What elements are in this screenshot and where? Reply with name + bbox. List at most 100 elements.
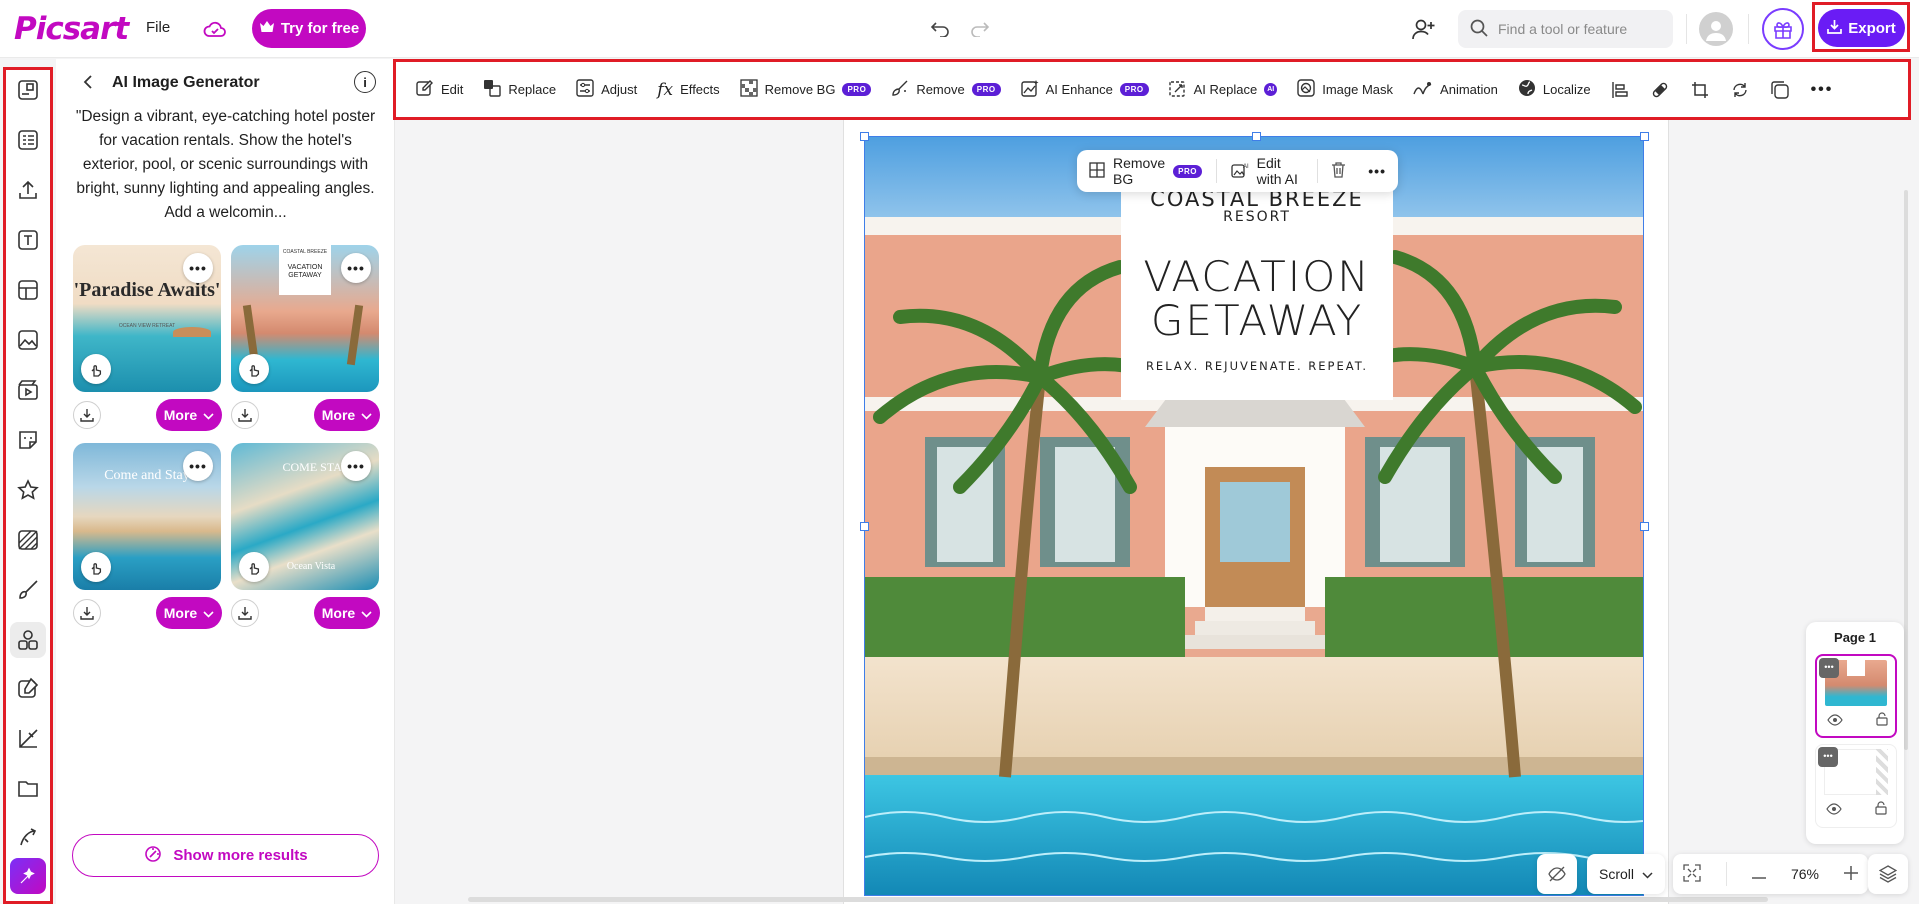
more-options-icon[interactable]: ••• <box>1368 163 1386 179</box>
remove-bg-label[interactable]: Remove BG <box>1113 155 1165 187</box>
more-label: More <box>163 605 198 621</box>
pro-badge: PRO <box>1173 164 1202 178</box>
tool-search[interactable] <box>1458 10 1673 48</box>
edit-ai-icon[interactable]: AI <box>1230 162 1249 181</box>
more-label: More <box>163 407 198 423</box>
poster-resort-sub: RESORT <box>1223 209 1291 225</box>
export-button[interactable]: Export <box>1818 9 1905 47</box>
zoom-in-icon[interactable] <box>1843 865 1858 883</box>
download-icon <box>1827 19 1843 38</box>
hand-tap-icon[interactable] <box>81 354 111 384</box>
back-icon[interactable] <box>78 72 98 92</box>
download-icon[interactable] <box>231 401 259 429</box>
undo-icon[interactable] <box>925 16 955 42</box>
invite-user-icon[interactable] <box>1408 13 1440 45</box>
remove-bg-icon[interactable] <box>1089 161 1105 181</box>
context-toolbar: Remove BG PRO AI Edit with AI ••• <box>1077 150 1398 192</box>
edit-with-ai-label[interactable]: Edit with AI <box>1257 155 1303 187</box>
redo-icon[interactable] <box>965 16 995 42</box>
cloud-sync-icon[interactable] <box>201 16 229 42</box>
resize-handle[interactable] <box>860 522 869 531</box>
page-thumbnail[interactable]: ••• <box>1815 654 1897 738</box>
resize-handle[interactable] <box>1252 132 1261 141</box>
eye-icon[interactable] <box>1826 803 1842 818</box>
result-sub: Ocean Vista <box>286 561 336 572</box>
unlock-icon[interactable] <box>1874 801 1888 818</box>
search-input[interactable] <box>1498 21 1658 37</box>
chevron-down-icon <box>1642 866 1653 882</box>
scroll-label: Scroll <box>1598 866 1634 882</box>
more-options-icon[interactable]: ••• <box>1819 658 1839 678</box>
more-button[interactable]: More <box>156 597 222 629</box>
ai-sparkle-icon <box>143 844 163 868</box>
more-button[interactable]: More <box>314 597 380 629</box>
more-button[interactable]: More <box>156 399 222 431</box>
chevron-down-icon <box>203 407 214 423</box>
ai-image-generator-panel: AI Image Generator i "Design a vibrant, … <box>56 59 395 904</box>
result-card: COASTAL BREEZE VACATION GETAWAY <box>279 245 331 295</box>
chevron-down-icon <box>361 605 372 621</box>
svg-text:AI: AI <box>1243 164 1249 170</box>
fit-screen-icon[interactable] <box>1683 863 1701 885</box>
result-headline: VACATION GETAWAY <box>287 264 323 279</box>
resize-handle[interactable] <box>1640 132 1649 141</box>
zoom-level[interactable]: 76% <box>1791 866 1819 882</box>
unlock-icon[interactable] <box>1875 712 1889 729</box>
hand-tap-icon[interactable] <box>239 552 269 582</box>
crown-icon <box>259 20 275 38</box>
zoom-controls: 76% <box>1673 854 1868 894</box>
chevron-down-icon <box>203 605 214 621</box>
show-more-results-button[interactable]: Show more results <box>72 834 379 877</box>
result-thumbnail[interactable]: COME STAY Ocean Vista ••• <box>231 443 379 590</box>
panel-title: AI Image Generator <box>112 74 260 91</box>
zoom-out-icon[interactable] <box>1751 867 1766 882</box>
result-thumbnail[interactable]: 'Paradise Awaits' OCEAN VIEW RETREAT ••• <box>73 245 221 392</box>
top-bar: Picsart File Try for free Export <box>0 0 1919 58</box>
poster-title-card[interactable]: COASTAL BREEZE RESORT VACATION GETAWAY R… <box>1121 172 1393 400</box>
try-for-free-label: Try for free <box>280 20 360 37</box>
more-options-icon[interactable]: ••• <box>1818 747 1838 767</box>
prompt-text: "Design a vibrant, eye-catching hotel po… <box>75 108 376 221</box>
divider <box>1748 14 1749 44</box>
search-icon <box>1470 19 1488 40</box>
result-thumbnail[interactable]: Come and Stay ••• <box>73 443 221 590</box>
resize-handle[interactable] <box>860 132 869 141</box>
more-label: More <box>321 605 356 621</box>
page-label: Page 1 <box>1834 630 1876 645</box>
download-icon[interactable] <box>73 599 101 627</box>
scroll-mode-select[interactable]: Scroll <box>1587 854 1665 894</box>
hand-tap-icon[interactable] <box>239 354 269 384</box>
layers-icon[interactable] <box>1868 854 1908 894</box>
more-options-icon[interactable]: ••• <box>341 451 371 481</box>
gift-promo-icon[interactable] <box>1762 8 1804 50</box>
resize-handle[interactable] <box>1640 522 1649 531</box>
poster-headline-1: VACATION <box>1143 252 1371 301</box>
more-options-icon[interactable]: ••• <box>183 253 213 283</box>
more-options-icon[interactable]: ••• <box>341 253 371 283</box>
try-for-free-button[interactable]: Try for free <box>252 9 366 48</box>
file-menu[interactable]: File <box>146 19 170 36</box>
trash-icon[interactable] <box>1331 161 1346 181</box>
more-label: More <box>321 407 356 423</box>
eye-icon[interactable] <box>1827 714 1843 729</box>
poster-tagline: RELAX. REJUVENATE. REPEAT. <box>1145 359 1369 373</box>
divider <box>1686 14 1687 44</box>
poster-headline-2: GETAWAY <box>1150 296 1364 345</box>
hand-tap-icon[interactable] <box>81 552 111 582</box>
result-sub: COASTAL BREEZE <box>282 249 328 255</box>
picsart-logo[interactable]: Picsart <box>14 11 129 47</box>
page-thumbnail[interactable]: ••• <box>1815 744 1897 828</box>
hide-guides-icon[interactable] <box>1537 854 1577 894</box>
download-icon[interactable] <box>73 401 101 429</box>
more-options-icon[interactable]: ••• <box>183 451 213 481</box>
export-label: Export <box>1848 19 1896 37</box>
pages-panel: Page 1 ••• ••• <box>1806 622 1904 844</box>
more-button[interactable]: More <box>314 399 380 431</box>
horizontal-scrollbar[interactable] <box>468 897 1768 902</box>
info-icon[interactable]: i <box>354 71 376 93</box>
toolbar-highlight <box>393 59 1911 120</box>
download-icon[interactable] <box>231 599 259 627</box>
result-thumbnail[interactable]: COASTAL BREEZE VACATION GETAWAY ••• <box>231 245 379 392</box>
avatar[interactable] <box>1699 12 1733 46</box>
vertical-scrollbar[interactable] <box>1904 190 1908 750</box>
